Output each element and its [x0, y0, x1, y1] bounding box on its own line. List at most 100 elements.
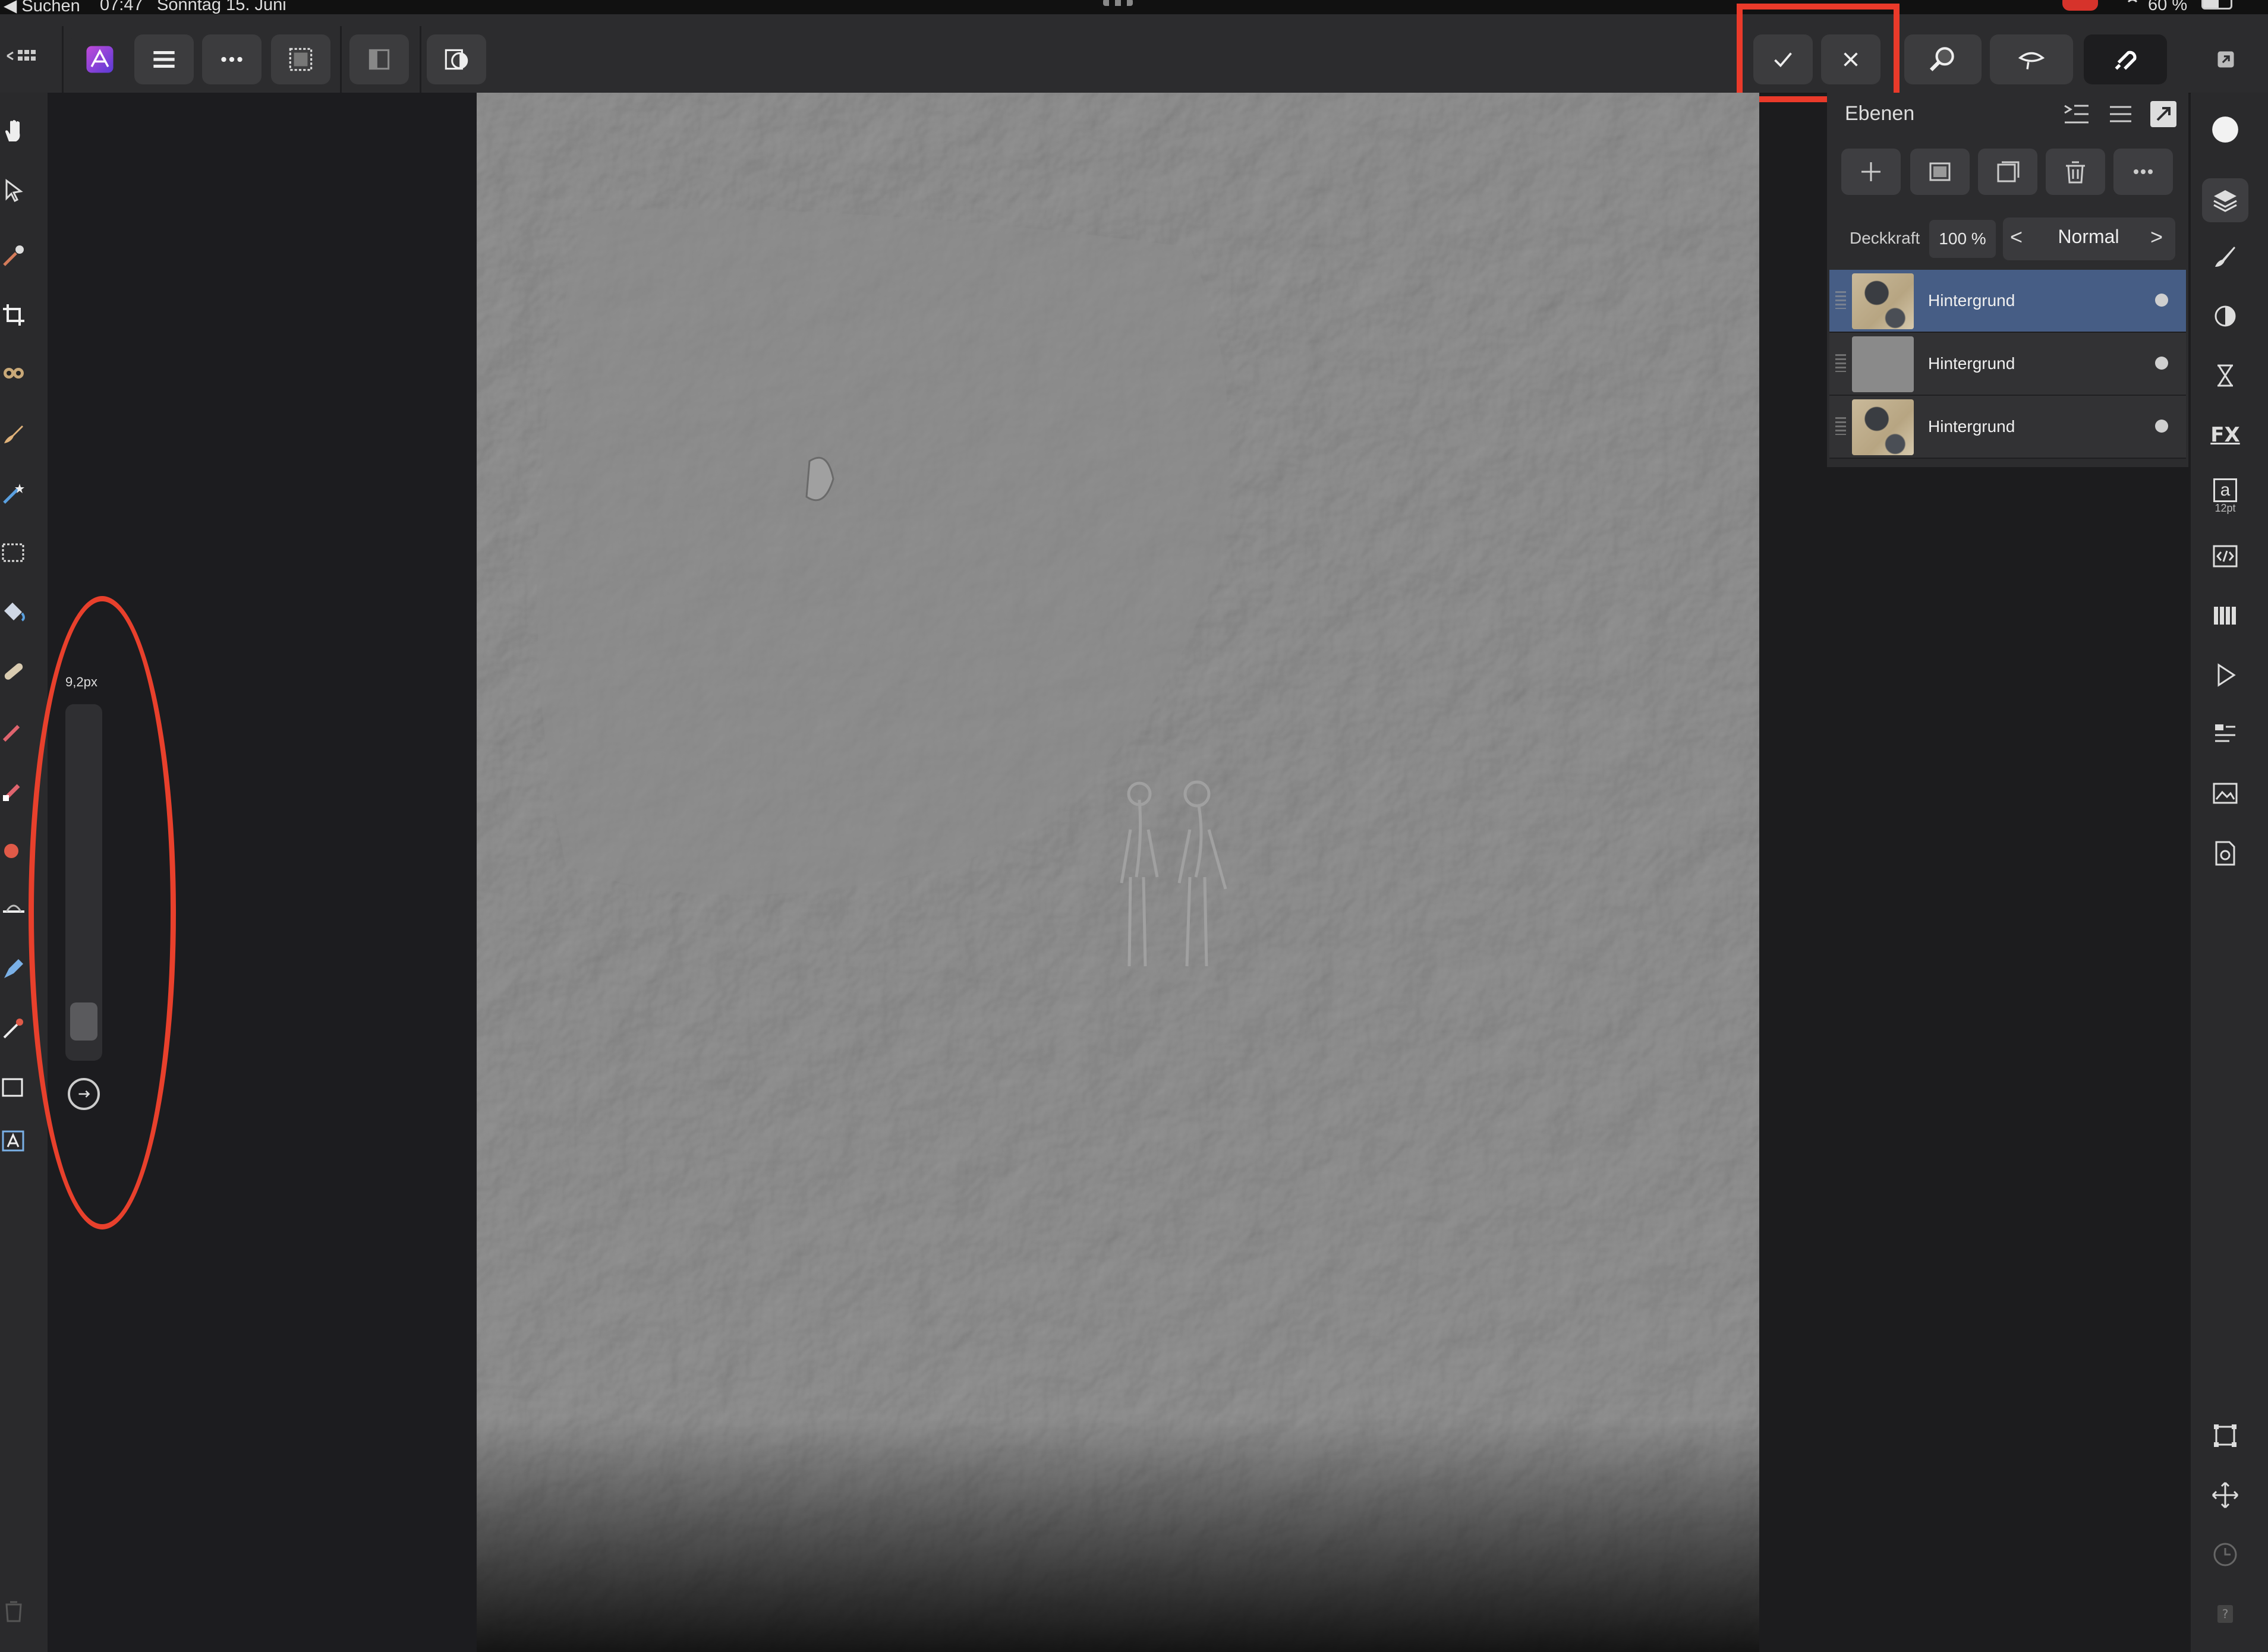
zoom-magnifier-icon	[1930, 47, 1954, 71]
delete-layer-button[interactable]	[2046, 149, 2105, 195]
brush-size-highlight-circle	[29, 596, 176, 1229]
node-tool-icon[interactable]	[0, 1010, 27, 1046]
split-view-icon	[368, 49, 390, 70]
layer-row[interactable]: Hintergrund	[1829, 270, 2186, 333]
export-button[interactable]	[2199, 34, 2253, 84]
layers-studio-icon[interactable]	[2202, 178, 2248, 222]
status-time: 07:47	[100, 0, 143, 14]
layer-row[interactable]: Hintergrund	[1829, 333, 2186, 396]
layer-row[interactable]: Hintergrund	[1829, 396, 2186, 459]
transform-box-icon[interactable]	[2206, 1417, 2244, 1455]
clock-icon[interactable]	[2206, 1536, 2244, 1574]
layer-more-button[interactable]	[2113, 149, 2173, 195]
svg-text:?: ?	[2222, 1607, 2229, 1621]
group-layers-button[interactable]	[1978, 149, 2037, 195]
context-toolbar	[0, 4, 2268, 102]
add-layer-button[interactable]	[1841, 149, 1901, 195]
adjustments-studio-icon[interactable]	[2206, 297, 2244, 335]
macro-play-icon[interactable]	[2206, 656, 2244, 694]
layer-thumbnail	[1852, 273, 1914, 329]
fx-studio-icon[interactable]: FX	[2206, 416, 2244, 454]
zoom-tool-button[interactable]	[1904, 34, 1982, 84]
smudge-tool-icon[interactable]	[0, 891, 27, 927]
document-settings-icon[interactable]	[2206, 834, 2244, 872]
mask-layer-icon	[1929, 162, 1951, 181]
visibility-dot-icon[interactable]	[2155, 294, 2168, 307]
swatches-studio-icon[interactable]	[2206, 597, 2244, 635]
color-swatch-icon[interactable]	[2206, 111, 2244, 149]
move-arrows-icon[interactable]	[2206, 1476, 2244, 1514]
export-icon	[2217, 51, 2234, 68]
pen-tool-icon[interactable]	[0, 951, 27, 986]
visibility-dot-icon[interactable]	[2155, 357, 2168, 370]
opacity-field[interactable]: 100 %	[1929, 220, 1996, 258]
layer-thumbnail	[1852, 336, 1914, 392]
mask-toggle-button[interactable]	[427, 34, 486, 84]
text-styles-studio-icon[interactable]: a 12pt	[2206, 469, 2244, 523]
text-tool-icon[interactable]	[0, 1123, 27, 1159]
healing-brush-tool-icon[interactable]	[0, 654, 27, 689]
flood-fill-tool-icon[interactable]	[0, 594, 27, 630]
crop-tool-icon[interactable]	[0, 297, 27, 333]
status-date: Sonntag 15. Juni	[157, 0, 286, 14]
add-mask-button[interactable]	[1910, 149, 1970, 195]
chevron-left-icon[interactable]: <	[2010, 225, 2023, 250]
drag-handle-icon[interactable]	[1835, 417, 1846, 435]
recording-indicator-icon	[2062, 0, 2098, 11]
color-picker-tool-icon[interactable]	[0, 238, 27, 273]
drag-handle-icon[interactable]	[1835, 354, 1846, 372]
rectangle-tool-icon[interactable]	[0, 1070, 27, 1105]
back-to-app-label[interactable]: ◀ Suchen	[4, 0, 80, 16]
marquee-tool-icon[interactable]	[0, 535, 27, 570]
toolbar-divider	[340, 26, 342, 97]
group-icon	[1997, 161, 2020, 182]
marquee-icon	[289, 48, 313, 71]
mask-overlay-icon	[445, 49, 468, 70]
plus-icon	[1861, 162, 1880, 181]
hand-tool-icon[interactable]	[0, 113, 27, 149]
code-icon[interactable]	[2206, 537, 2244, 575]
help-icon[interactable]: ?	[2206, 1595, 2244, 1633]
lasso-speech-icon	[2018, 52, 2045, 70]
status-bar: ◀ Suchen 07:47 Sonntag 15. Juni 60 %	[0, 0, 2268, 16]
chevron-right-icon[interactable]: >	[2150, 225, 2163, 250]
history-hourglass-icon[interactable]	[2206, 357, 2244, 395]
paint-brush-tool-icon[interactable]	[0, 416, 27, 452]
navigator-studio-icon[interactable]	[2206, 775, 2244, 813]
layer-name: Hintergrund	[1928, 291, 2015, 310]
trash-icon	[2066, 161, 2085, 184]
ellipsis-icon	[2134, 169, 2153, 174]
selection-mode-button[interactable]	[271, 34, 330, 84]
selection-brush-tool-icon[interactable]	[0, 475, 27, 511]
filtered-image	[477, 93, 1759, 1652]
split-view-button[interactable]	[349, 34, 409, 84]
magnet-snapping-icon	[2115, 51, 2137, 70]
transform-studio-icon[interactable]	[2206, 715, 2244, 754]
visibility-dot-icon[interactable]	[2155, 420, 2168, 433]
panel-options-icon[interactable]	[2062, 101, 2091, 127]
more-options-button[interactable]	[202, 34, 262, 84]
erase-brush-tool-icon[interactable]	[0, 773, 27, 808]
panel-menu-icon[interactable]	[2108, 102, 2134, 126]
layer-thumbnail	[1852, 399, 1914, 455]
red-eye-tool-icon[interactable]	[0, 357, 27, 392]
dodge-tool-icon[interactable]	[0, 832, 27, 868]
brushes-studio-icon[interactable]	[2206, 238, 2244, 276]
menu-button[interactable]	[134, 34, 194, 84]
panel-popout-icon[interactable]	[2150, 101, 2176, 127]
photo-persona-button[interactable]	[70, 34, 130, 84]
commit-cancel-highlight-box	[1737, 4, 1900, 102]
trash-icon[interactable]	[0, 1593, 27, 1628]
blend-mode-value: Normal	[2058, 226, 2119, 247]
document-canvas[interactable]	[477, 93, 1759, 1652]
multitasking-dots-icon[interactable]	[1103, 0, 1133, 6]
battery-icon	[2201, 0, 2232, 10]
move-tool-icon[interactable]	[0, 172, 27, 208]
snapping-button[interactable]	[2084, 34, 2167, 84]
assistant-button[interactable]	[1990, 34, 2073, 84]
brush-tool-icon[interactable]	[0, 713, 27, 749]
layer-name: Hintergrund	[1928, 417, 2015, 436]
app-grid-icon[interactable]	[0, 38, 48, 74]
wifi-icon	[2124, 0, 2141, 10]
drag-handle-icon[interactable]	[1835, 291, 1846, 309]
